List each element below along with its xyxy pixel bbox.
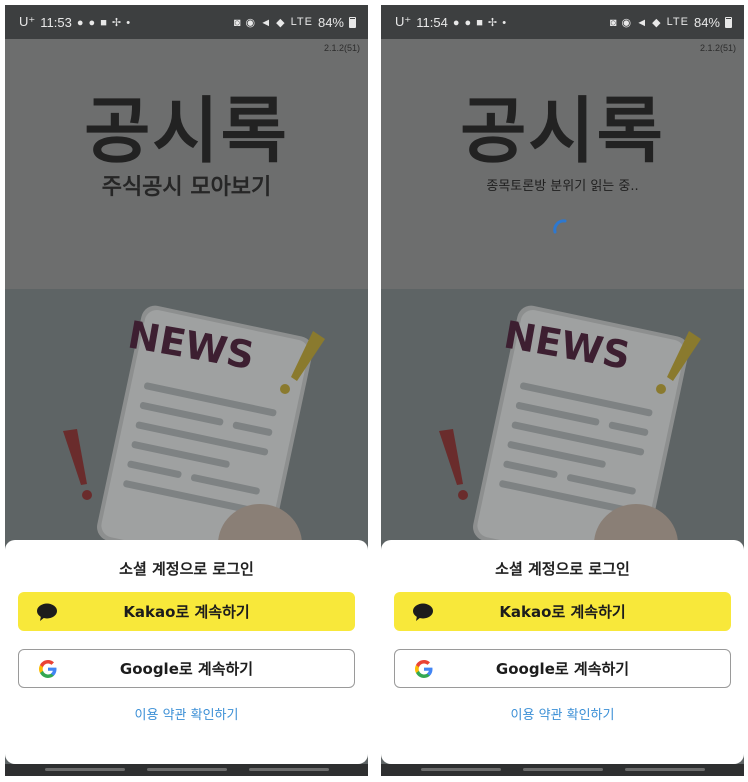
notification-icons: ● ● ■ ✢ • — [76, 16, 132, 29]
google-login-label: Google로 계속하기 — [119, 660, 254, 678]
loading-spinner-icon — [553, 219, 567, 234]
login-sheet: 소셜 계정으로 로그인 Kakao로 계속하기 Google로 계속하기 이용 … — [5, 540, 368, 764]
google-login-button[interactable]: Google로 계속하기 — [394, 649, 731, 688]
app-version: 2.1.2(51) — [699, 43, 736, 53]
kakao-login-label: Kakao로 계속하기 — [499, 603, 626, 621]
battery-icon — [349, 16, 356, 28]
google-login-label: Google로 계속하기 — [495, 660, 630, 678]
kakao-login-button[interactable]: Kakao로 계속하기 — [18, 592, 355, 631]
phone-screen-left: U⁺ 11:53 ● ● ■ ✢ • ◙ ◉ ◄ ◆ LTE 84% 2.1.2… — [5, 5, 368, 776]
nav-home-button[interactable] — [147, 768, 227, 771]
loading-status-text: 종목토론방 분위기 읽는 중.. — [486, 179, 639, 194]
battery-percent: 84% — [317, 14, 344, 30]
app-version: 2.1.2(51) — [323, 43, 360, 53]
status-bar: U⁺ 11:53 ● ● ■ ✢ • ◙ ◉ ◄ ◆ LTE 84% — [5, 5, 368, 39]
app-subtitle: 주식공시 모아보기 — [101, 175, 272, 200]
carrier-label: U⁺ — [395, 14, 412, 29]
news-illustration: NEWS — [439, 305, 701, 569]
phone-screen-right: U⁺ 11:54 ● ● ■ ✢ • ◙ ◉ ◄ ◆ LTE 84% 2.1.2… — [381, 5, 744, 776]
nav-home-button[interactable] — [523, 768, 603, 771]
news-illustration: NEWS — [63, 305, 325, 569]
network-label: LTE — [290, 16, 313, 28]
nav-back-button[interactable] — [625, 768, 705, 771]
kakao-chat-icon — [413, 603, 433, 621]
navigation-bar — [381, 764, 744, 776]
nav-back-button[interactable] — [249, 768, 329, 771]
nav-recent-button[interactable] — [45, 768, 125, 771]
google-icon — [39, 659, 57, 678]
clock: 11:54 — [416, 14, 448, 30]
system-icons: ◙ ◉ ◄ ◆ — [609, 16, 662, 29]
navigation-bar — [5, 764, 368, 776]
kakao-login-label: Kakao로 계속하기 — [123, 603, 250, 621]
login-sheet: 소셜 계정으로 로그인 Kakao로 계속하기 Google로 계속하기 이용 … — [381, 540, 744, 764]
network-label: LTE — [666, 16, 689, 28]
app-logo: 공시록 — [460, 89, 665, 173]
terms-link[interactable]: 이용 약관 확인하기 — [381, 704, 744, 723]
app-logo: 공시록 — [84, 89, 289, 173]
status-bar: U⁺ 11:54 ● ● ■ ✢ • ◙ ◉ ◄ ◆ LTE 84% — [381, 5, 744, 39]
carrier-label: U⁺ — [19, 14, 36, 29]
battery-icon — [725, 16, 732, 28]
google-icon — [415, 659, 433, 678]
google-login-button[interactable]: Google로 계속하기 — [18, 649, 355, 688]
terms-link[interactable]: 이용 약관 확인하기 — [5, 704, 368, 723]
kakao-login-button[interactable]: Kakao로 계속하기 — [394, 592, 731, 631]
notification-icons: ● ● ■ ✢ • — [452, 16, 508, 29]
clock: 11:53 — [40, 14, 72, 30]
sheet-title: 소셜 계정으로 로그인 — [495, 560, 630, 578]
kakao-chat-icon — [37, 603, 57, 621]
nav-recent-button[interactable] — [421, 768, 501, 771]
sheet-title: 소셜 계정으로 로그인 — [119, 560, 254, 578]
battery-percent: 84% — [693, 14, 720, 30]
system-icons: ◙ ◉ ◄ ◆ — [233, 16, 286, 29]
